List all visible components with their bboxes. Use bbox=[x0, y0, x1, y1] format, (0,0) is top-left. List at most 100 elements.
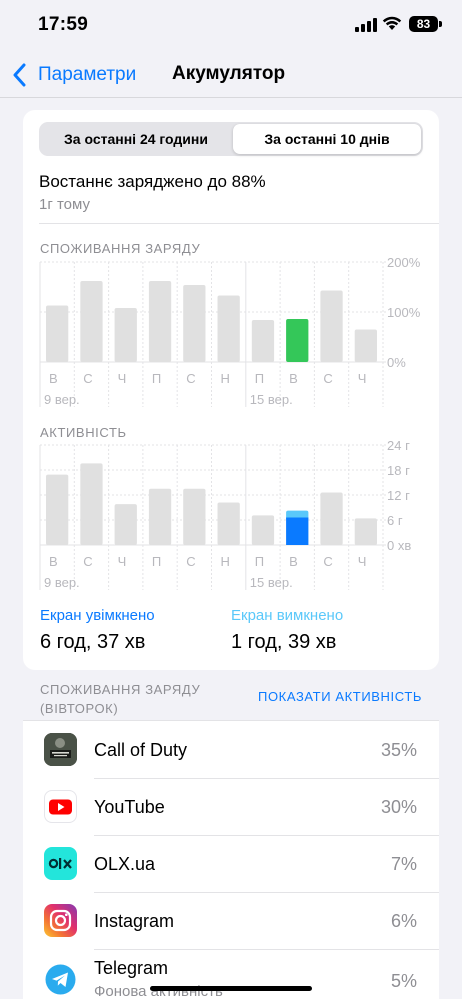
x-tick-label: Ч bbox=[358, 554, 367, 569]
activity-chart[interactable]: 24 г 18 г 12 г 6 г 0 хв В С Ч П С Н П В С Ч 9 вер. 15 ве… bbox=[23, 435, 439, 595]
x-tick-label: П bbox=[152, 554, 161, 569]
x-tick-label: С bbox=[186, 371, 195, 386]
x-tick-label: С bbox=[83, 554, 92, 569]
back-label: Параметри bbox=[38, 64, 137, 85]
app-percent: 30% bbox=[380, 797, 417, 817]
y-tick-label: 0% bbox=[387, 355, 406, 370]
period-segmented-control: За останні 24 години За останні 10 днів bbox=[39, 122, 423, 156]
app-percent: 5% bbox=[390, 971, 417, 991]
usage-bar bbox=[46, 305, 69, 362]
call-of-duty-icon bbox=[44, 733, 77, 766]
last-charged-ago: 1г тому bbox=[39, 196, 91, 213]
usage-bar bbox=[183, 285, 206, 362]
youtube-icon bbox=[44, 790, 77, 823]
usage-bar bbox=[217, 295, 240, 362]
battery-card: За останні 24 години За останні 10 днів … bbox=[23, 110, 439, 670]
list-item[interactable]: YouTube 30% bbox=[23, 778, 439, 836]
app-name: OLX.ua bbox=[94, 854, 156, 874]
usage-bar bbox=[320, 290, 343, 362]
x-tick-label: В bbox=[49, 554, 58, 569]
x-tick-label: Ч bbox=[358, 371, 367, 386]
usage-bar bbox=[286, 319, 309, 362]
usage-bar bbox=[148, 281, 172, 362]
usage-bar bbox=[114, 308, 137, 362]
x-tick-label: П bbox=[255, 371, 264, 386]
x-tick-label: П bbox=[152, 371, 161, 386]
activity-bar bbox=[183, 488, 206, 545]
date-label: 15 вер. bbox=[250, 575, 293, 590]
y-tick-label: 18 г bbox=[387, 463, 410, 478]
list-item[interactable]: OLX.ua 7% bbox=[23, 835, 439, 893]
page-title: Акумулятор bbox=[172, 63, 286, 84]
screen-off-summary: Екран вимкнено 1 год, 39 хв bbox=[231, 607, 343, 654]
back-button[interactable]: Параметри bbox=[12, 62, 136, 88]
battery-icon: 83 bbox=[409, 16, 438, 32]
activity-bar bbox=[148, 488, 172, 545]
olx-icon bbox=[44, 847, 77, 880]
x-tick-label: П bbox=[255, 554, 264, 569]
usage-bar bbox=[354, 329, 377, 362]
list-item[interactable]: Instagram 6% bbox=[23, 892, 439, 950]
last-charged-text: Востаннє заряджено до 88% bbox=[39, 172, 266, 191]
activity-bar bbox=[114, 504, 137, 545]
usage-bar bbox=[80, 281, 103, 362]
battery-nub bbox=[439, 21, 442, 27]
home-indicator[interactable] bbox=[150, 986, 312, 991]
navigation-bar: Параметри Акумулятор bbox=[0, 50, 462, 98]
y-tick-label: 100% bbox=[387, 305, 421, 320]
app-name: Telegram bbox=[94, 958, 169, 978]
screen-on-title: Екран увімкнено bbox=[40, 607, 155, 624]
telegram-icon bbox=[44, 963, 77, 996]
x-tick-label: Н bbox=[221, 371, 230, 386]
cellular-signal-icon bbox=[355, 18, 377, 32]
activity-bar bbox=[354, 518, 377, 545]
app-usage-list: Call of Duty 35% YouTube 30% OLX.ua 7% I… bbox=[23, 720, 439, 999]
x-tick-label: В bbox=[289, 371, 298, 386]
screen-on-value: 6 год, 37 хв bbox=[40, 631, 146, 653]
date-label: 9 вер. bbox=[44, 575, 80, 590]
app-name: Instagram bbox=[94, 911, 175, 931]
wifi-icon bbox=[382, 16, 402, 30]
activity-bar bbox=[80, 463, 103, 545]
battery-usage-chart[interactable]: 200% 100% 0% В С Ч П С Н П В С Ч 9 вер. 15 вер. bbox=[23, 250, 439, 420]
x-tick-label: В bbox=[289, 554, 298, 569]
list-item[interactable]: Telegram Фонова активність 5% bbox=[23, 949, 439, 999]
usage-bar bbox=[251, 320, 275, 362]
x-tick-label: Ч bbox=[118, 371, 127, 386]
y-tick-label: 0 хв bbox=[387, 538, 411, 553]
status-bar: 17:59 83 bbox=[0, 0, 462, 50]
x-tick-label: С bbox=[186, 554, 195, 569]
app-percent: 35% bbox=[380, 740, 417, 760]
app-name: YouTube bbox=[94, 797, 165, 817]
y-tick-label: 200% bbox=[387, 255, 421, 270]
app-usage-header: СПОЖИВАННЯ ЗАРЯДУ (ВІВТОРОК) ПОКАЗАТИ АК… bbox=[40, 680, 422, 718]
segment-last-24-hours[interactable]: За останні 24 години bbox=[41, 124, 231, 154]
x-tick-label: С bbox=[83, 371, 92, 386]
y-tick-label: 6 г bbox=[387, 513, 403, 528]
list-item[interactable]: Call of Duty 35% bbox=[23, 721, 439, 779]
x-tick-label: Н bbox=[221, 554, 230, 569]
divider bbox=[39, 223, 439, 224]
show-activity-button[interactable]: ПОКАЗАТИ АКТИВНІСТЬ bbox=[258, 689, 422, 704]
x-tick-label: С bbox=[323, 371, 332, 386]
screen-off-value: 1 год, 39 хв bbox=[231, 631, 337, 653]
x-tick-label: С bbox=[323, 554, 332, 569]
app-percent: 6% bbox=[390, 911, 417, 931]
x-tick-label: Ч bbox=[118, 554, 127, 569]
activity-bar-screen-on bbox=[286, 517, 309, 545]
chevron-left-icon bbox=[13, 63, 26, 87]
y-tick-label: 24 г bbox=[387, 438, 410, 453]
segment-last-10-days[interactable]: За останні 10 днів bbox=[233, 124, 421, 154]
activity-bar bbox=[46, 474, 69, 545]
date-label: 15 вер. bbox=[250, 392, 293, 407]
app-usage-title: СПОЖИВАННЯ ЗАРЯДУ (ВІВТОРОК) bbox=[40, 682, 201, 716]
screen-off-title: Екран вимкнено bbox=[231, 607, 344, 624]
activity-bar bbox=[320, 492, 343, 545]
activity-bar bbox=[217, 502, 240, 545]
app-percent: 7% bbox=[390, 854, 417, 874]
y-tick-label: 12 г bbox=[387, 488, 410, 503]
app-name: Call of Duty bbox=[94, 740, 188, 760]
status-time: 17:59 bbox=[38, 14, 89, 35]
screen-on-summary: Екран увімкнено 6 год, 37 хв bbox=[40, 607, 155, 654]
date-label: 9 вер. bbox=[44, 392, 80, 407]
